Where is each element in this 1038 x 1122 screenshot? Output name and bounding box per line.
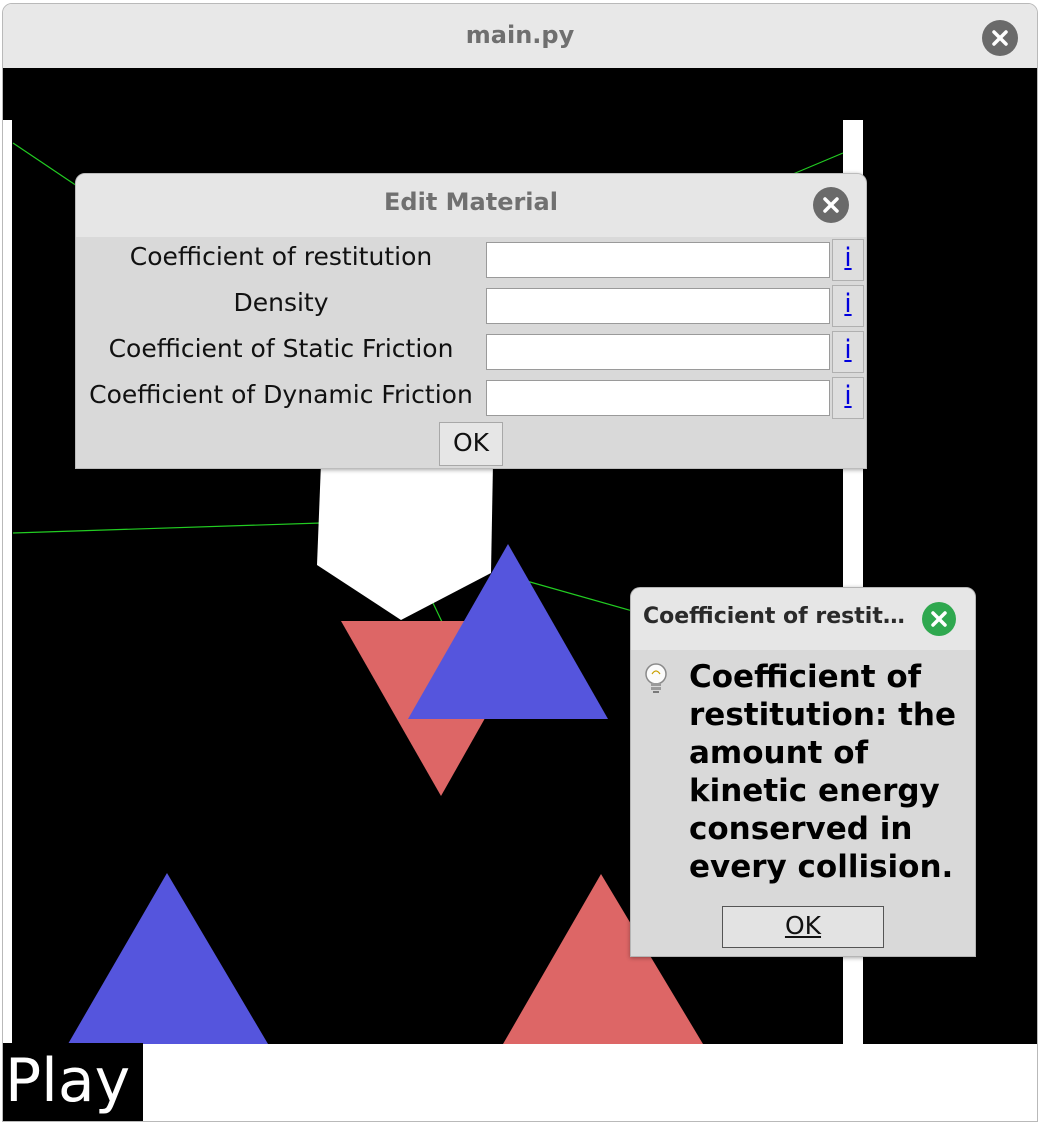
static-friction-label: Coefficient of Static Friction <box>108 334 454 363</box>
density-input[interactable] <box>486 288 830 324</box>
popup-titlebar[interactable]: Coefficient of restit… <box>631 588 975 650</box>
restitution-input[interactable] <box>486 242 830 278</box>
close-icon <box>992 30 1008 46</box>
edit-material-ok-button[interactable]: OK <box>439 422 503 466</box>
density-info-button[interactable]: i <box>832 285 864 327</box>
close-icon <box>823 197 839 213</box>
static-friction-input[interactable] <box>486 334 830 370</box>
edit-material-dialog: Edit Material Coefficient of restitution… <box>75 173 867 469</box>
popup-message: Coefficient of restitution: the amount o… <box>689 659 957 885</box>
density-label: Density <box>233 288 329 317</box>
info-popup: Coefficient of restit… Coefficient of re… <box>630 587 976 957</box>
play-button[interactable]: Play <box>3 1043 143 1121</box>
dynamic-friction-label: Coefficient of Dynamic Friction <box>89 380 473 409</box>
close-icon <box>931 611 947 627</box>
dialog-titlebar[interactable]: Edit Material <box>76 174 866 237</box>
main-titlebar[interactable]: main.py <box>3 4 1037 69</box>
popup-close-button[interactable] <box>922 602 956 636</box>
restitution-label: Coefficient of restitution <box>129 242 433 271</box>
dialog-close-button[interactable] <box>813 187 849 223</box>
popup-title: Coefficient of restit… <box>643 604 905 629</box>
left-wall <box>3 120 12 1044</box>
window-close-button[interactable] <box>982 20 1018 56</box>
dynamic-friction-input[interactable] <box>486 380 830 416</box>
lightbulb-icon <box>645 663 667 693</box>
window-title: main.py <box>465 21 575 49</box>
dialog-title: Edit Material <box>384 188 558 216</box>
dynamic-friction-info-button[interactable]: i <box>832 377 864 419</box>
static-friction-info-button[interactable]: i <box>832 331 864 373</box>
popup-ok-button[interactable]: OK <box>722 906 884 948</box>
restitution-info-button[interactable]: i <box>832 239 864 281</box>
